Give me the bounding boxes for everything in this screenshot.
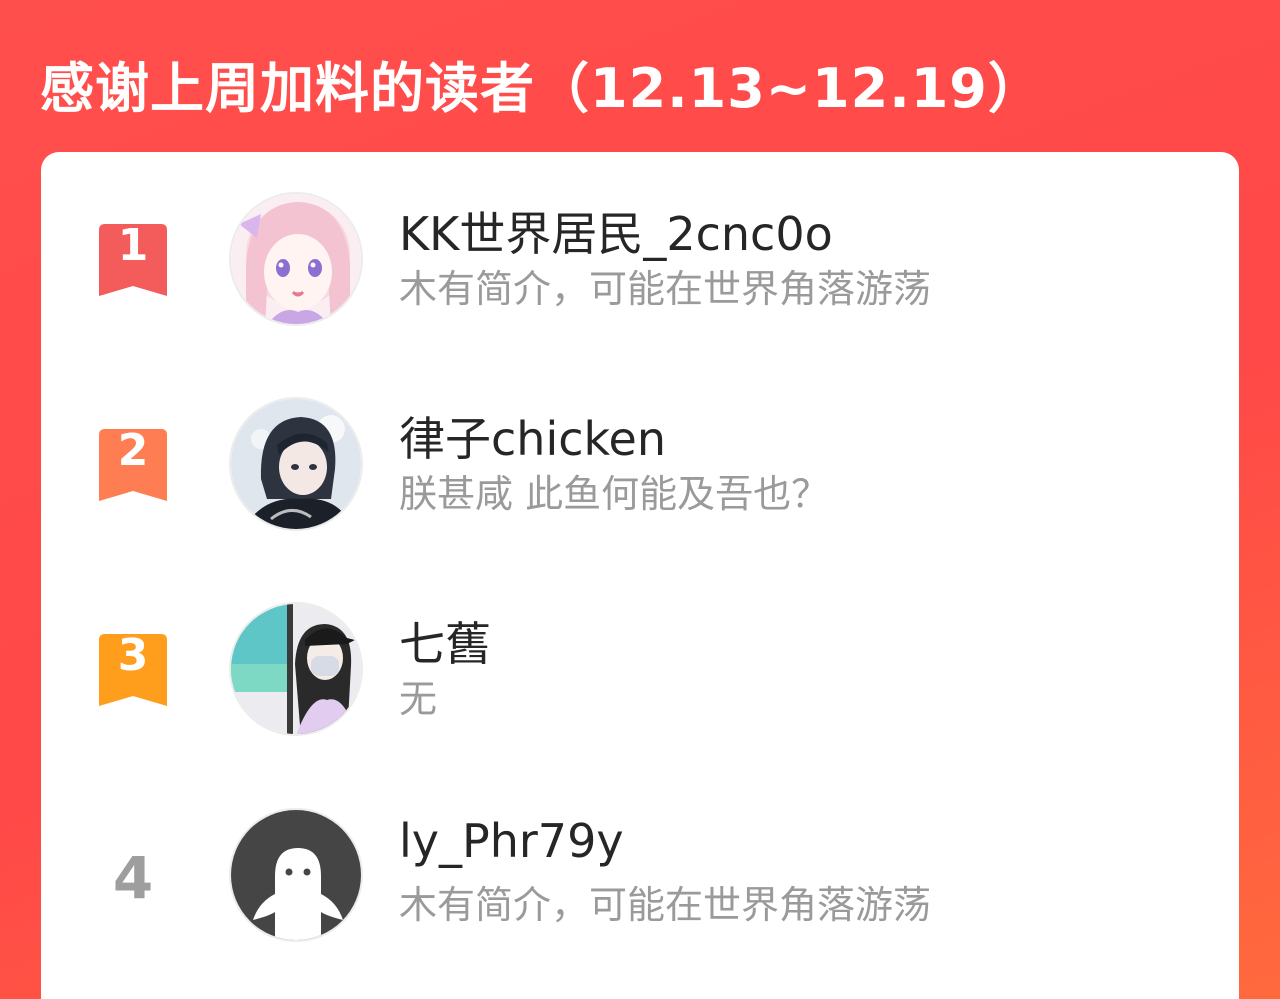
girl-black-cap-avatar-icon	[231, 604, 361, 734]
reader-bio: 木有简介，可能在世界角落游荡	[399, 267, 932, 311]
list-item[interactable]: 3 七舊 无	[41, 602, 1239, 742]
avatar[interactable]	[229, 397, 363, 531]
reader-bio: 朕甚咸 此鱼何能及吾也？	[399, 472, 830, 516]
list-item[interactable]: 4 ly_Phr79y 木有简介，可能在世界角落游荡	[41, 808, 1239, 948]
reader-list-card: 1 KK世界居民_2cnc0o 木有简介，可能在世界角落游荡 2 律子chick…	[41, 152, 1239, 999]
rank-badge-2: 2	[99, 425, 167, 501]
anime-boy-dark-hair-avatar-icon	[231, 399, 361, 529]
reader-bio: 无	[399, 677, 438, 721]
rank-badge-3: 3	[99, 630, 167, 706]
rank-badge-1: 1	[99, 220, 167, 296]
reader-name[interactable]: ly_Phr79y	[399, 814, 624, 868]
page-title: 感谢上周加料的读者（12.13~12.19）	[40, 57, 1043, 120]
reader-name[interactable]: KK世界居民_2cnc0o	[399, 198, 833, 264]
list-item[interactable]: 1 KK世界居民_2cnc0o 木有简介，可能在世界角落游荡	[41, 192, 1239, 332]
default-ghost-avatar-icon	[231, 810, 361, 940]
anime-girl-pink-hair-avatar-icon	[231, 194, 361, 324]
avatar[interactable]	[229, 192, 363, 326]
list-item[interactable]: 2 律子chicken 朕甚咸 此鱼何能及吾也？	[41, 397, 1239, 537]
rank-number: 1	[117, 220, 149, 271]
reader-thanks-page: 感谢上周加料的读者（12.13~12.19） 1 KK世界居民_2cnc0o 木…	[0, 0, 1280, 999]
reader-bio: 木有简介，可能在世界角落游荡	[399, 883, 932, 927]
avatar[interactable]	[229, 808, 363, 942]
avatar[interactable]	[229, 602, 363, 736]
rank-number: 2	[117, 425, 149, 476]
reader-name[interactable]: 律子chicken	[399, 403, 666, 469]
rank-number: 4	[112, 844, 154, 912]
reader-name[interactable]: 七舊	[399, 608, 491, 674]
rank-number: 3	[117, 630, 149, 681]
